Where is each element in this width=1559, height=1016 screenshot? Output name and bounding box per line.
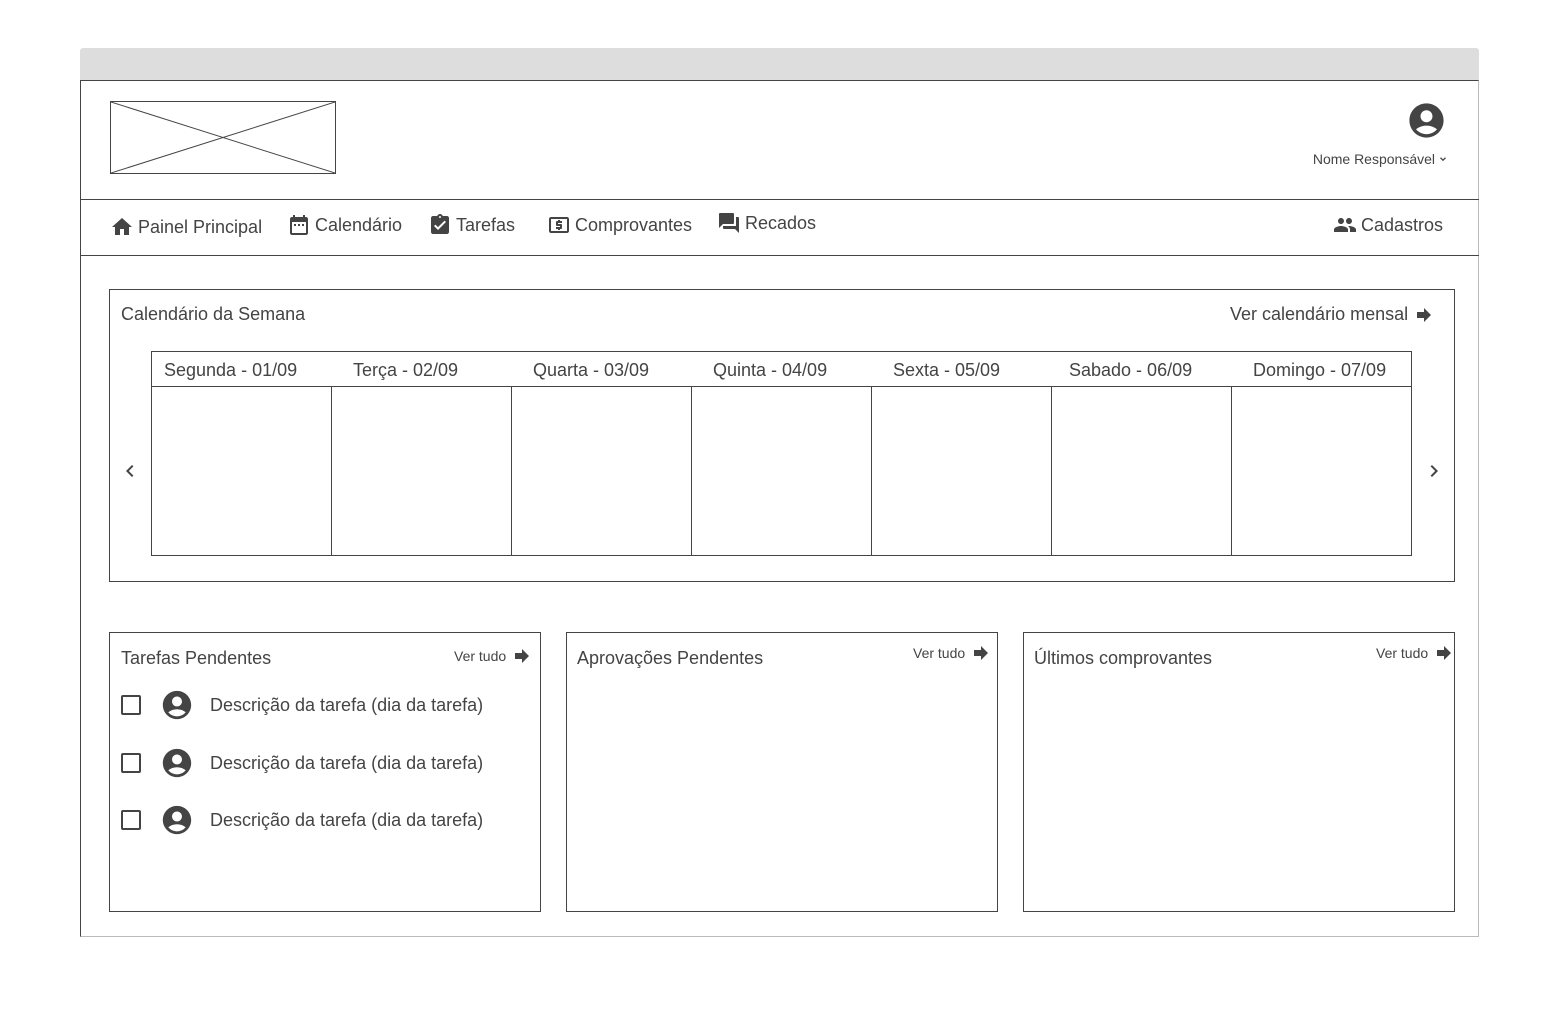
user-name-label: Nome Responsável (1312, 151, 1435, 167)
chevron-left-icon[interactable] (118, 459, 142, 483)
task-item: Descrição da tarefa (dia da tarefa) (121, 746, 483, 780)
task-item: Descrição da tarefa (dia da tarefa) (121, 688, 483, 722)
pending-tasks-title: Tarefas Pendentes (121, 648, 272, 668)
user-avatar-icon (162, 748, 192, 778)
calendar-icon (290, 215, 308, 235)
user-avatar-icon[interactable] (1406, 100, 1447, 141)
week-calendar-title: Calendário da Semana (121, 304, 306, 324)
nav-divider (81, 255, 1479, 256)
link-label: Ver tudo (454, 648, 507, 664)
nav-label: Painel Principal (138, 216, 263, 237)
task-description: Descrição da tarefa (dia da tarefa) (210, 694, 484, 715)
link-label: Ver tudo (1376, 645, 1429, 661)
tasks-see-all-link[interactable]: Ver tudo (454, 648, 530, 664)
day-column-divider (1231, 387, 1232, 555)
logo-placeholder (110, 101, 336, 174)
approvals-see-all-link[interactable]: Ver tudo (913, 645, 989, 661)
link-label: Ver calendário mensal (1230, 304, 1409, 324)
nav-label: Comprovantes (575, 214, 693, 235)
nav-item-tarefas[interactable]: Tarefas (428, 213, 515, 237)
task-item: Descrição da tarefa (dia da tarefa) (121, 803, 483, 837)
task-checkbox[interactable] (121, 753, 141, 773)
monthly-calendar-link[interactable]: Ver calendário mensal (1230, 304, 1432, 325)
window-titlebar (80, 48, 1479, 80)
day-header-segunda: Segunda - 01/09 (164, 360, 298, 380)
latest-receipts-title: Últimos comprovantes (1034, 648, 1213, 668)
chevron-down-icon (1440, 157, 1446, 162)
pending-approvals-panel (566, 632, 998, 912)
nav-item-comprovantes[interactable]: Comprovantes (547, 213, 692, 237)
user-menu[interactable]: Nome Responsável (1300, 151, 1448, 167)
nav-item-calendario[interactable]: Calendário (287, 213, 402, 237)
day-column-divider (331, 387, 332, 555)
day-column-divider (511, 387, 512, 555)
day-column-divider (1051, 387, 1052, 555)
task-description: Descrição da tarefa (dia da tarefa) (210, 752, 484, 773)
week-header: Segunda - 01/09 Terça - 02/09 Quarta - 0… (152, 352, 1411, 387)
task-checkbox[interactable] (121, 695, 141, 715)
arrow-right-icon (974, 646, 989, 660)
people-icon (1334, 218, 1356, 232)
week-grid: Segunda - 01/09 Terça - 02/09 Quarta - 0… (151, 351, 1412, 556)
chevron-right-icon[interactable] (1422, 459, 1446, 483)
home-icon (112, 218, 132, 235)
day-header-quinta: Quinta - 04/09 (713, 360, 828, 380)
day-column-divider (691, 387, 692, 555)
header-divider (81, 199, 1479, 200)
day-header-quarta: Quarta - 03/09 (533, 360, 650, 380)
day-header-domingo: Domingo - 07/09 (1253, 360, 1387, 380)
image-placeholder-icon (111, 102, 335, 173)
nav-label: Tarefas (456, 214, 516, 235)
day-header-sexta: Sexta - 05/09 (893, 360, 1001, 380)
day-header-sabado: Sabado - 06/09 (1069, 360, 1193, 380)
receipts-see-all-link[interactable]: Ver tudo (1376, 645, 1452, 661)
arrow-right-icon (1437, 646, 1452, 660)
clipboard-check-icon (431, 214, 449, 234)
pending-approvals-title: Aprovações Pendentes (577, 648, 764, 668)
user-avatar-icon (162, 690, 192, 720)
arrow-right-icon (515, 649, 530, 663)
nav-label: Calendário (315, 214, 403, 235)
user-avatar-icon (162, 805, 192, 835)
arrow-right-icon (1417, 307, 1432, 322)
nav-item-recados[interactable]: Recados (717, 211, 816, 235)
nav-label: Recados (745, 212, 817, 233)
day-column-divider (871, 387, 872, 555)
day-header-terca: Terça - 02/09 (353, 360, 459, 380)
nav-label: Cadastros (1361, 214, 1444, 235)
latest-receipts-panel (1023, 632, 1455, 912)
task-checkbox[interactable] (121, 810, 141, 830)
nav-item-painel-principal[interactable]: Painel Principal (110, 215, 262, 239)
task-description: Descrição da tarefa (dia da tarefa) (210, 809, 484, 830)
dollar-receipt-icon (549, 217, 569, 233)
chat-icon (719, 213, 739, 233)
nav-item-cadastros[interactable]: Cadastros (1333, 213, 1443, 237)
link-label: Ver tudo (913, 645, 966, 661)
